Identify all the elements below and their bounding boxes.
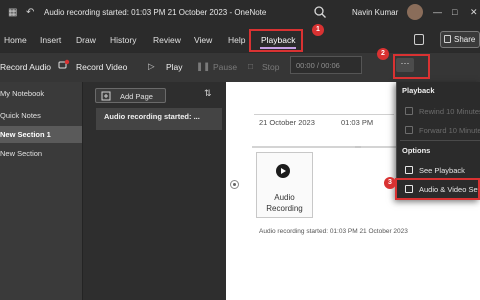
annotation-box-playback-tab xyxy=(249,29,303,52)
forward-menu-item[interactable]: Forward 10 Minutes xyxy=(400,122,480,138)
annotation-badge-3: 3 xyxy=(384,177,396,189)
annotation-box-settings xyxy=(395,178,480,200)
window-title: Audio recording started: 01:03 PM 21 Oct… xyxy=(44,8,267,17)
play-icon: ▷ xyxy=(148,61,155,71)
avatar[interactable] xyxy=(407,4,423,20)
close-icon[interactable]: ✕ xyxy=(470,7,478,18)
record-video-button[interactable]: Record Video xyxy=(76,62,127,72)
tab-review[interactable]: Review xyxy=(153,35,181,45)
annotation-box-more-button xyxy=(393,54,430,79)
menu-divider xyxy=(400,140,480,141)
forward-icon xyxy=(405,126,413,134)
section-quick-notes[interactable]: Quick Notes xyxy=(0,107,82,124)
tab-insert[interactable]: Insert xyxy=(40,35,61,45)
save-icon[interactable]: ▦ xyxy=(8,7,17,18)
drag-handle-icon[interactable]: ⋯ xyxy=(355,144,361,151)
tab-view[interactable]: View xyxy=(194,35,212,45)
play-button[interactable]: Play xyxy=(166,62,183,72)
rewind-icon xyxy=(405,107,413,115)
notebook-icon[interactable] xyxy=(414,34,424,45)
tab-draw[interactable]: Draw xyxy=(76,35,96,45)
annotation-badge-1: 1 xyxy=(312,24,324,36)
stop-button[interactable]: Stop xyxy=(262,62,280,72)
add-page-icon xyxy=(101,91,111,101)
page-title-line xyxy=(254,114,394,115)
user-name[interactable]: Navin Kumar xyxy=(352,8,398,17)
notebook-label: My Notebook xyxy=(0,89,45,98)
page-list-item[interactable]: Audio recording started: ... xyxy=(96,108,222,130)
see-playback-icon xyxy=(405,166,413,174)
page-date: 21 October 2023 xyxy=(259,118,315,127)
menu-section-options: Options xyxy=(402,146,431,155)
note-container-bar[interactable] xyxy=(252,146,412,148)
record-audio-button[interactable]: Record Audio xyxy=(0,62,51,72)
maximize-icon[interactable]: □ xyxy=(452,7,457,17)
see-playback-menu-item[interactable]: See Playback xyxy=(400,162,480,178)
sort-icon[interactable]: ⇅ xyxy=(204,88,212,99)
stop-icon: □ xyxy=(248,61,254,71)
forward-label: Forward 10 Minutes xyxy=(419,126,480,135)
tab-history[interactable]: History xyxy=(110,35,136,45)
minimize-icon[interactable]: — xyxy=(433,7,442,17)
tab-home[interactable]: Home xyxy=(4,35,27,45)
section-label: Quick Notes xyxy=(0,111,41,120)
playback-time: 00:00 / 00:06 xyxy=(290,56,362,74)
pause-button[interactable]: Pause xyxy=(213,62,237,72)
notebook-item[interactable]: My Notebook xyxy=(0,85,82,102)
recording-caption: Audio recording started: 01:03 PM 21 Oct… xyxy=(259,228,408,235)
pause-icon: ❚❚ xyxy=(196,61,211,71)
audio-play-icon xyxy=(276,164,290,178)
rewind-label: Rewind 10 Minutes xyxy=(419,107,480,116)
section-new-section[interactable]: New Section xyxy=(0,145,82,162)
menu-section-playback: Playback xyxy=(402,86,435,95)
share-icon xyxy=(444,35,451,43)
undo-icon[interactable]: ↶ xyxy=(26,7,34,18)
section-label: New Section 1 xyxy=(0,130,51,139)
section-label: New Section xyxy=(0,149,43,158)
page-time: 01:03 PM xyxy=(341,118,374,127)
rewind-menu-item[interactable]: Rewind 10 Minutes xyxy=(400,103,480,119)
section-new-section-1[interactable]: New Section 1 xyxy=(0,126,82,143)
see-playback-label: See Playback xyxy=(419,166,465,175)
audio-recording-label: Audio Recording xyxy=(266,193,303,213)
annotation-badge-2: 2 xyxy=(377,48,389,60)
move-handle-icon[interactable] xyxy=(230,180,239,189)
search-icon[interactable] xyxy=(313,5,327,19)
record-video-icon xyxy=(58,59,70,69)
tab-help[interactable]: Help xyxy=(228,35,245,45)
